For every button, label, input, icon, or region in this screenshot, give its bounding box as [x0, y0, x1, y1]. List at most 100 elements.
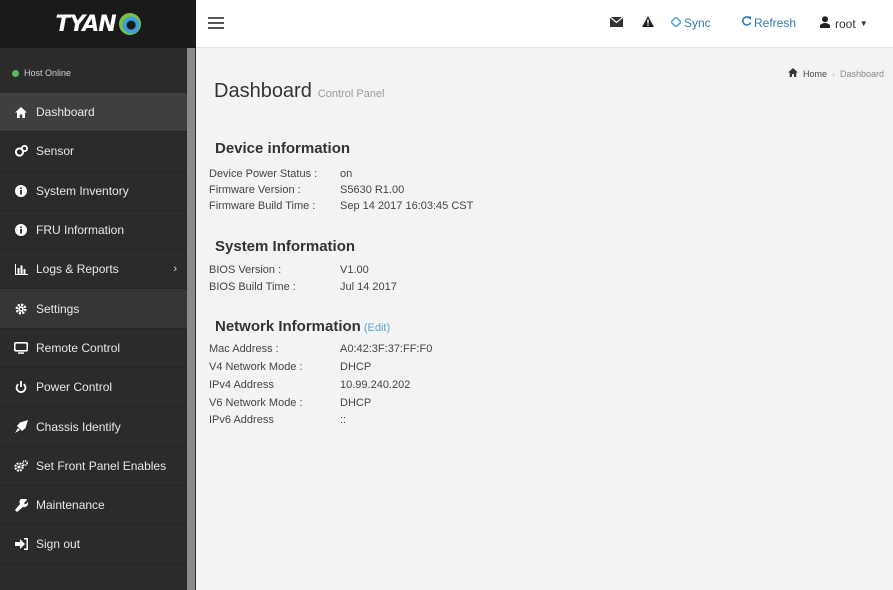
user-menu-button[interactable]: root ▼	[820, 16, 868, 31]
bar-chart-icon	[14, 262, 28, 276]
wrench-icon	[14, 498, 28, 512]
sidebar-item-label: FRU Information	[36, 223, 125, 238]
ipv6-address-row: IPv6 Address::	[209, 413, 346, 427]
row-value: on	[340, 168, 353, 180]
row-value: 10.99.240.202	[340, 379, 411, 391]
system-info-title: System Information	[215, 238, 356, 255]
sidebar-nav: Dashboard Sensor System Inventory FRU In…	[0, 93, 187, 565]
sync-label: Sync	[684, 16, 711, 30]
row-label: IPv4 Address	[209, 379, 274, 391]
sidebar: TYAN Host Online Dashboard Sensor System…	[0, 0, 196, 590]
host-status: Host Online	[12, 68, 71, 78]
row-label: V6 Network Mode :	[209, 397, 303, 409]
row-label: Firmware Version :	[209, 184, 301, 196]
sidebar-item-remote-control[interactable]: Remote Control	[0, 329, 187, 369]
row-label: Firmware Build Time :	[209, 200, 316, 212]
sign-out-icon	[14, 537, 28, 551]
row-value: V1.00	[340, 264, 369, 276]
sidebar-item-chassis-identify[interactable]: Chassis Identify	[0, 407, 187, 447]
brand-logo[interactable]: TYAN	[0, 0, 196, 48]
home-icon	[14, 105, 28, 119]
row-value: DHCP	[340, 361, 372, 373]
sidebar-item-maintenance[interactable]: Maintenance	[0, 486, 187, 526]
home-icon	[788, 68, 798, 79]
chevron-right-icon: ›	[173, 263, 177, 276]
monitor-icon	[14, 341, 28, 355]
network-info-title: Network Information (Edit)	[215, 318, 390, 335]
sidebar-item-label: Settings	[36, 301, 80, 316]
cogs-icon	[14, 459, 28, 473]
info-icon	[14, 184, 28, 198]
row-value: ::	[340, 414, 347, 426]
row-value: A0:42:3F:37:FF:F0	[340, 343, 433, 355]
sync-button[interactable]: Sync	[669, 15, 711, 30]
mac-address-row: Mac Address : A0:42:3F:37:FF:F0	[209, 342, 432, 356]
network-info-title-text: Network Information	[215, 318, 361, 335]
sidebar-item-settings[interactable]: Settings	[0, 289, 187, 329]
sidebar-item-label: Set Front Panel Enables	[36, 458, 167, 473]
v6-network-mode-row: V6 Network Mode : DHCP	[209, 396, 371, 410]
sidebar-item-dashboard[interactable]: Dashboard	[0, 93, 187, 133]
ipv4-address-row: IPv4 Address 10.99.240.202	[209, 378, 410, 392]
row-label: Device Power Status :	[209, 168, 318, 180]
host-status-label: Host Online	[24, 68, 72, 78]
firmware-build-time-row: Firmware Build Time : Sep 14 2017 16:03:4…	[209, 199, 473, 213]
logo-mark-icon	[118, 13, 141, 35]
sidebar-item-sensor[interactable]: Sensor	[0, 132, 187, 172]
sensor-icon	[14, 144, 28, 158]
sidebar-item-power-control[interactable]: Power Control	[0, 368, 187, 408]
sidebar-item-label: Chassis Identify	[36, 419, 121, 434]
device-power-status-row: Device Power Status : on	[209, 167, 352, 181]
rocket-icon	[14, 420, 28, 434]
bios-build-time-row: BIOS Build Time : Jul 14 2017	[209, 280, 397, 294]
row-label: BIOS Version :	[209, 264, 282, 276]
sidebar-item-label: Logs & Reports	[36, 262, 119, 277]
device-info-title: Device information	[215, 140, 351, 157]
sidebar-item-system-inventory[interactable]: System Inventory	[0, 172, 187, 211]
row-label: IPv6 Address	[209, 414, 274, 426]
top-navbar: Sync Refresh root ▼	[196, 0, 893, 48]
row-value: DHCP	[340, 397, 372, 409]
row-label: BIOS Build Time :	[209, 281, 296, 293]
info-icon	[14, 223, 28, 237]
menu-toggle-icon[interactable]	[208, 17, 224, 32]
breadcrumb-current: Dashboard	[839, 68, 884, 79]
refresh-button[interactable]: Refresh	[741, 16, 796, 30]
status-dot-icon	[12, 69, 19, 77]
sidebar-item-logs-reports[interactable]: Logs & Reports ›	[0, 250, 187, 290]
row-value: Sep 14 2017 16:03:45 CST	[340, 200, 474, 212]
power-icon	[14, 380, 28, 394]
sidebar-item-label: Dashboard	[36, 105, 95, 120]
logo-text: TYAN	[55, 11, 116, 37]
sync-icon	[669, 15, 683, 30]
sidebar-item-label: Remote Control	[36, 340, 121, 355]
warning-icon	[642, 16, 654, 30]
page-title-text: Dashboard	[214, 80, 312, 102]
sidebar-item-label: Power Control	[36, 380, 113, 395]
sidebar-item-sign-out[interactable]: Sign out	[0, 525, 187, 565]
sidebar-item-label: Maintenance	[36, 498, 105, 513]
page-title: Dashboard Control Panel	[214, 80, 385, 103]
firmware-version-row: Firmware Version : S5630 R1.00	[209, 183, 404, 197]
refresh-icon	[741, 16, 752, 30]
edit-network-link[interactable]: (Edit)	[364, 322, 390, 334]
breadcrumb-separator: ›	[831, 68, 835, 79]
sidebar-item-fru-information[interactable]: FRU Information	[0, 211, 187, 251]
refresh-label: Refresh	[754, 16, 797, 30]
sidebar-item-label: System Inventory	[36, 183, 129, 198]
sidebar-item-label: Sensor	[36, 144, 75, 159]
user-label: root	[835, 16, 856, 31]
messages-button[interactable]	[609, 16, 624, 30]
caret-down-icon: ▼	[859, 19, 868, 28]
user-icon	[820, 16, 830, 31]
sidebar-item-set-front-panel-enables[interactable]: Set Front Panel Enables	[0, 447, 187, 486]
sidebar-scrollbar[interactable]	[187, 48, 195, 590]
breadcrumb-home-link[interactable]: Home	[803, 69, 827, 79]
row-label: Mac Address :	[209, 343, 279, 355]
row-value: Jul 14 2017	[340, 281, 397, 293]
breadcrumb: Home › Dashboard	[788, 68, 884, 79]
v4-network-mode-row: V4 Network Mode : DHCP	[209, 360, 371, 374]
alerts-button[interactable]	[642, 16, 654, 30]
gear-icon	[14, 302, 28, 316]
sidebar-item-label: Sign out	[36, 537, 81, 552]
